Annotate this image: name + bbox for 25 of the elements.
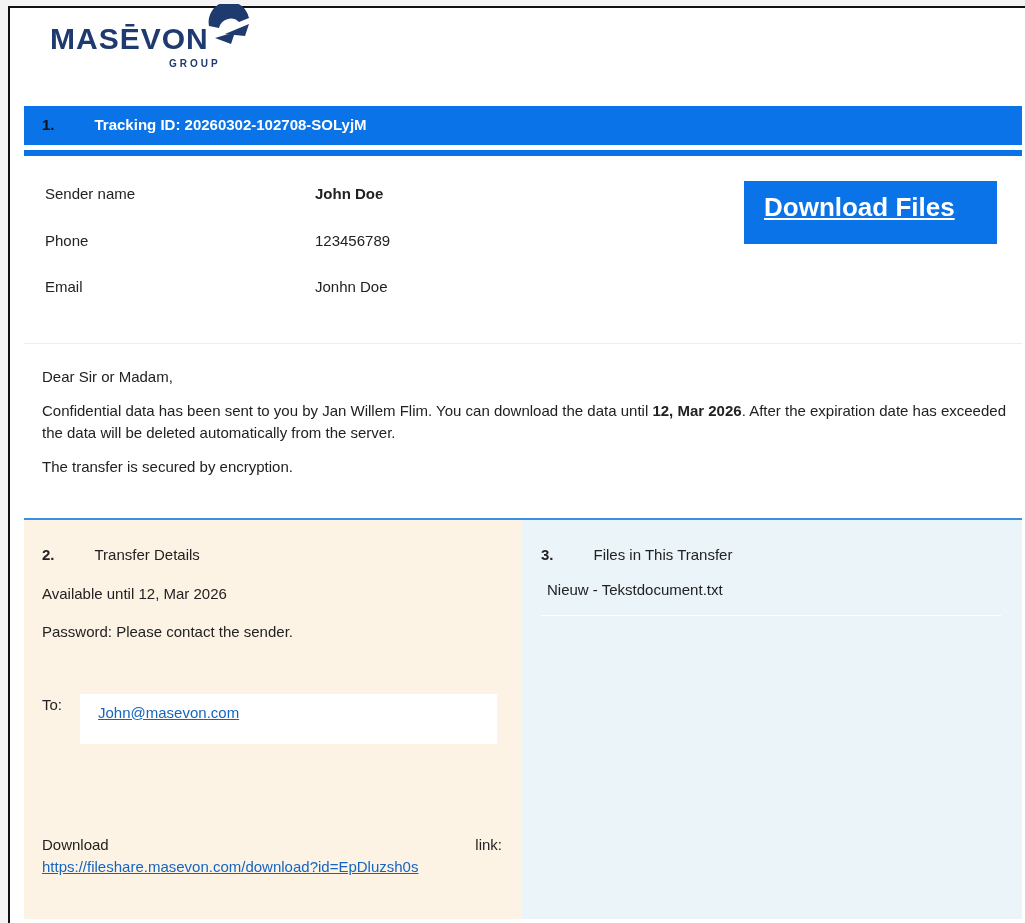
logo-wordmark: MASĒVON bbox=[50, 24, 209, 54]
download-link-text: Download link: https://fileshare.masevon.com/download?id=EpDluzsh0s bbox=[42, 834, 502, 877]
field-value: John Doe bbox=[315, 184, 384, 204]
field-label: Sender name bbox=[45, 184, 137, 204]
message-paragraph: Confidential data has been sent to you by Jan Willem Flim. You can download the data until 12, Mar 2026. After the expiration date has exceeded the data will be deleted automatically from the server. bbox=[42, 401, 1007, 443]
field-label: Email bbox=[45, 277, 84, 297]
download-files-button[interactable]: Download Files bbox=[744, 181, 997, 244]
to-label: To: bbox=[42, 694, 62, 715]
section-title: Tracking ID: 20260302-102708-SOLyjM bbox=[94, 115, 367, 136]
section-number: 1. bbox=[42, 115, 55, 136]
recipient-email-link[interactable]: John@masevon.com bbox=[98, 703, 240, 721]
download-url-link[interactable]: https://fileshare.masevon.com/download?id=EpDluzsh0s bbox=[42, 857, 419, 875]
message-paragraph: The transfer is secured by encryption. bbox=[42, 457, 294, 477]
section-number: 3. bbox=[541, 545, 554, 565]
section-number: 2. bbox=[42, 545, 55, 565]
section-title: Files in This Transfer bbox=[593, 545, 733, 565]
field-value: 123456789 bbox=[315, 230, 391, 251]
section-title: Transfer Details bbox=[94, 545, 200, 565]
logo-subtitle: GROUP bbox=[169, 57, 221, 71]
availability-text: Available until 12, Mar 2026 bbox=[42, 583, 228, 604]
file-name: Nieuw - Tekstdocument.txt bbox=[547, 580, 723, 598]
message-paragraph: Dear Sir or Madam, bbox=[42, 367, 174, 387]
field-label: Phone bbox=[45, 230, 90, 251]
password-text: Password: Please contact the sender. bbox=[42, 622, 294, 642]
field-value: Jonhn Doe bbox=[315, 277, 388, 297]
